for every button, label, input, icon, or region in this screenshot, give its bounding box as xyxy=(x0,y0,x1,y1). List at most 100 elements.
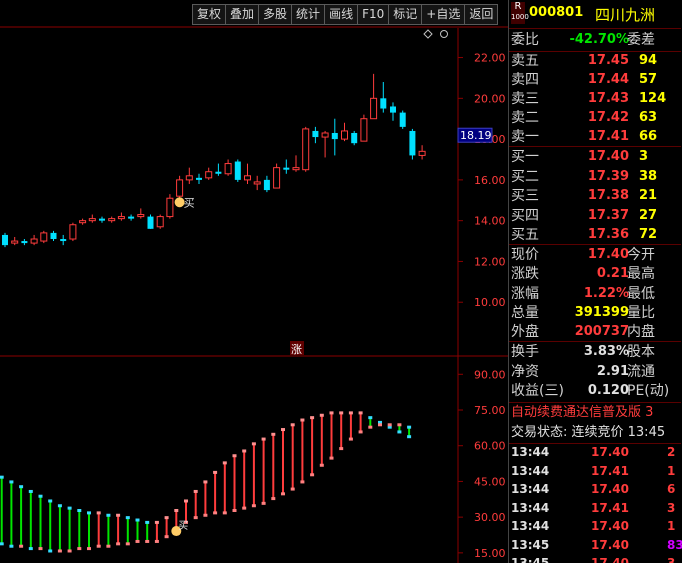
indicator-base-marker xyxy=(387,423,392,427)
stat-label: 现价 xyxy=(511,247,539,263)
bid-price: 17.36 xyxy=(587,227,629,242)
trade-row[interactable]: 13:45 17.40 83 xyxy=(509,535,682,555)
f10-button[interactable]: F10 xyxy=(357,4,389,25)
candle-body xyxy=(50,232,57,240)
indicator-base-marker xyxy=(77,547,82,551)
bid-row[interactable]: 买三 17.38 21 xyxy=(509,186,681,206)
trade-row[interactable]: 13:44 17.40 2 xyxy=(509,442,681,462)
stat-value: 200737 xyxy=(574,324,629,340)
candle-body xyxy=(312,130,319,138)
indicator-top-marker xyxy=(116,513,121,517)
stat2-value: 3.83% xyxy=(583,344,629,359)
commission-ratio-row: 委比 -42.70% 委差 xyxy=(509,30,681,50)
bid-row[interactable]: 买一 17.40 3 xyxy=(509,147,681,167)
back-button[interactable]: 返回 xyxy=(464,4,499,25)
candle-body xyxy=(166,197,174,218)
candle-body xyxy=(11,240,19,244)
candle-body xyxy=(360,118,368,142)
candle-body xyxy=(99,218,105,221)
ask-row[interactable]: 卖五 17.45 94 xyxy=(509,51,681,71)
trade-row[interactable]: 13:44 17.41 3 xyxy=(509,498,681,518)
main-y-tick-label: 16.00 xyxy=(474,174,506,187)
ask-level-label: 卖五 xyxy=(511,53,539,69)
candle-body xyxy=(224,163,232,175)
bid-row[interactable]: 买四 17.37 27 xyxy=(509,206,681,226)
stat-row[interactable]: 涨跌 0.21 最高 xyxy=(509,264,681,284)
stat-row[interactable]: 总量 391399 量比 xyxy=(509,303,681,323)
commission-ratio-value: -42.70% xyxy=(569,32,629,47)
overlay-button[interactable]: 叠加 xyxy=(225,4,259,25)
ask-price: 17.41 xyxy=(587,129,629,144)
ask-price: 17.42 xyxy=(587,110,629,125)
indicator-base-marker xyxy=(358,430,363,434)
stat-label: 涨跌 xyxy=(511,266,539,283)
market-badge-bottom: 1000 xyxy=(511,13,529,21)
candle-body xyxy=(283,167,290,170)
stat2-row[interactable]: 换手 3.83% 股本 xyxy=(509,342,681,362)
ask-level-label: 卖四 xyxy=(511,72,539,88)
trade-time: 13:45 xyxy=(511,556,550,563)
trade-row[interactable]: 13:45 17.40 3 xyxy=(509,553,681,563)
indicator-base-marker xyxy=(329,456,334,460)
candle-body xyxy=(370,97,378,120)
indicator-top-marker xyxy=(9,480,14,484)
indicator-top-marker xyxy=(358,411,363,415)
ask-volume: 57 xyxy=(639,72,658,87)
stat2-row[interactable]: 净资 2.91 流通 xyxy=(509,362,681,382)
statistics-button[interactable]: 统计 xyxy=(291,4,325,25)
indicator-top-marker xyxy=(290,423,295,427)
ask-row[interactable]: 卖一 17.41 66 xyxy=(509,127,681,147)
stat-row[interactable]: 现价 17.40 今开 xyxy=(509,245,681,265)
lower-y-tick-label: 90.00 xyxy=(474,368,506,381)
indicator-top-marker xyxy=(339,411,344,415)
indicator-top-marker xyxy=(397,430,402,434)
trade-row[interactable]: 13:44 17.41 1 xyxy=(509,461,681,481)
trade-row[interactable]: 13:44 17.40 6 xyxy=(509,479,681,499)
candle-body xyxy=(2,234,8,246)
indicator-top-marker xyxy=(319,413,324,417)
stat2-row[interactable]: 收益(三) 0.120 PE(动) xyxy=(509,381,681,401)
candle-body xyxy=(196,177,202,180)
bid-level-label: 买五 xyxy=(511,227,539,243)
candle-body xyxy=(40,232,48,242)
ask-row[interactable]: 卖三 17.43 124 xyxy=(509,89,681,109)
bid-row[interactable]: 买五 17.36 72 xyxy=(509,225,681,245)
indicator-base-marker xyxy=(125,542,130,546)
multi-stock-button[interactable]: 多股 xyxy=(258,4,292,25)
chart-area[interactable]: 22.0020.0018.0016.0014.0012.0010.00 18.1… xyxy=(0,0,508,563)
mark-button[interactable]: 标记 xyxy=(388,4,422,25)
candle-body xyxy=(88,218,96,222)
ask-row[interactable]: 卖二 17.42 63 xyxy=(509,108,681,128)
add-watchlist-button[interactable]: +自选 xyxy=(421,4,465,25)
indicator-base-marker xyxy=(135,539,140,543)
bid-level-label: 买一 xyxy=(511,149,539,165)
stat-label: 涨幅 xyxy=(511,285,539,302)
trade-price: 17.40 xyxy=(591,482,629,496)
stat-label-secondary: 内盘 xyxy=(627,324,655,341)
trade-row[interactable]: 13:44 17.40 1 xyxy=(509,516,681,536)
draw-line-button[interactable]: 画线 xyxy=(324,4,358,25)
indicator-top-marker xyxy=(251,442,256,446)
promo-ticker[interactable]: 自动续费通达信普及版 3 xyxy=(511,403,653,423)
candle-body xyxy=(244,175,251,181)
indicator-top-marker xyxy=(28,489,33,493)
bid-price: 17.37 xyxy=(587,207,629,223)
restore-rights-button[interactable]: 复权 xyxy=(192,4,226,25)
stat-value: 1.22% xyxy=(583,285,629,301)
indicator-base-marker xyxy=(28,547,33,551)
candle-body xyxy=(341,130,348,140)
indicator-base-marker xyxy=(368,425,373,429)
ask-row[interactable]: 卖四 17.44 57 xyxy=(509,70,681,90)
bid-row[interactable]: 买二 17.39 38 xyxy=(509,167,681,187)
indicator-base-marker xyxy=(319,463,324,467)
stat2-value: 0.120 xyxy=(587,383,629,398)
candle-body xyxy=(147,216,154,229)
ask-level-label: 卖三 xyxy=(511,91,539,107)
candle-body xyxy=(117,216,125,220)
indicator-base-marker xyxy=(154,539,159,543)
ask-price: 17.44 xyxy=(587,72,629,87)
lower-y-tick-label: 75.00 xyxy=(474,404,506,417)
header-divider xyxy=(509,28,681,29)
stat-row[interactable]: 外盘 200737 内盘 xyxy=(509,322,681,342)
stat-row[interactable]: 涨幅 1.22% 最低 xyxy=(509,284,681,304)
